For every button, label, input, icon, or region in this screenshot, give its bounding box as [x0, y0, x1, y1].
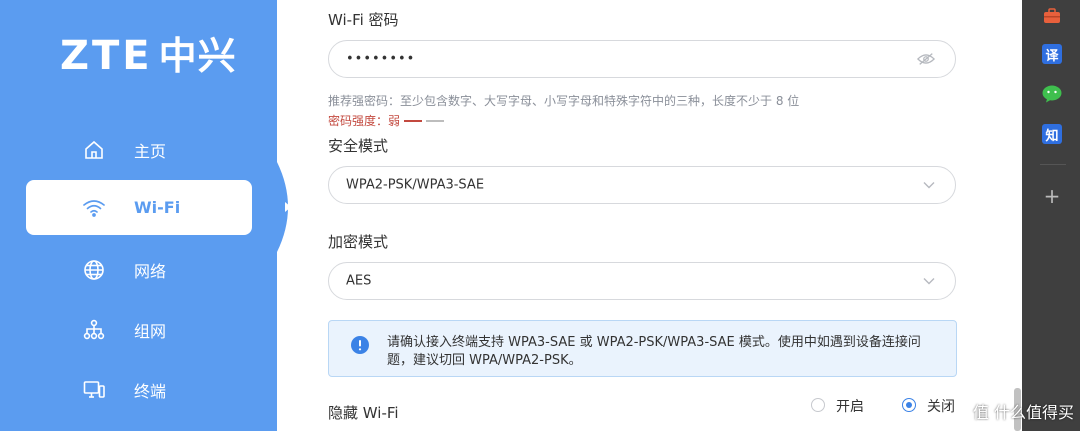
logo-cjk: 中兴	[158, 34, 237, 78]
chevron-down-icon	[923, 278, 935, 285]
password-label: Wi-Fi 密码	[328, 11, 399, 29]
wechat-button[interactable]	[1042, 84, 1062, 104]
password-value: ••••••••	[346, 51, 416, 67]
hidden-wifi-label: 隐藏 Wi-Fi	[328, 404, 399, 422]
notice-text: 请确认接入终端支持 WPA3-SAE 或 WPA2-PSK/WPA3-SAE 模…	[387, 335, 921, 368]
logo-latin: ZTE	[60, 33, 153, 79]
encryption-mode-value: AES	[346, 273, 372, 289]
hidden-wifi-off-radio[interactable]	[902, 398, 916, 412]
sidebar-item-label: 终端	[134, 381, 167, 401]
device-icon	[83, 380, 105, 398]
sidebar-item-home[interactable]: 主页	[26, 122, 252, 177]
hidden-wifi-on-radio[interactable]	[811, 398, 825, 412]
translate-button[interactable]: 译	[1042, 44, 1062, 64]
chevron-down-icon	[923, 182, 935, 189]
sidebar-item-label: 网络	[134, 261, 167, 281]
hidden-wifi-on-label[interactable]: 开启	[836, 396, 864, 416]
wifi-icon	[83, 199, 105, 217]
plus-icon: +	[1043, 184, 1061, 208]
sidebar-item-label: Wi-Fi	[134, 198, 181, 217]
zhihu-icon: 知	[1042, 124, 1062, 144]
wifi-settings-panel: Wi-Fi 密码 •••••••• 推荐强密码：至少包含数字、大写字母、小写字母…	[299, 0, 1009, 431]
home-icon	[85, 140, 103, 159]
strength-bar-weak	[404, 119, 423, 122]
wechat-icon	[1042, 85, 1062, 103]
strength-bar-medium	[426, 119, 445, 122]
browser-side-toolbar: 译 知 +	[1022, 0, 1080, 431]
sidebar-item-devices[interactable]: 终端	[26, 362, 252, 417]
translate-icon: 译	[1042, 44, 1062, 64]
zhihu-button[interactable]: 知	[1042, 124, 1062, 144]
zte-logo: ZTE 中兴	[60, 34, 237, 78]
password-field[interactable]: ••••••••	[328, 40, 956, 78]
sidebar-item-label: 组网	[134, 321, 167, 341]
briefcase-icon	[1044, 8, 1060, 23]
active-item-pointer	[277, 162, 291, 252]
password-hint: 推荐强密码：至少包含数字、大写字母、小写字母和特殊字符中的三种，长度不少于 8 …	[328, 94, 800, 108]
eye-off-icon[interactable]	[917, 52, 935, 66]
watermark: 值 什么值得买	[972, 403, 1074, 422]
security-mode-label: 安全模式	[328, 137, 389, 155]
sidebar-item-label: 主页	[134, 141, 167, 161]
encryption-mode-label: 加密模式	[328, 233, 389, 251]
encryption-mode-select[interactable]: AES	[328, 262, 956, 300]
mesh-network-icon	[83, 319, 105, 339]
info-icon	[351, 336, 369, 354]
wpa3-notice: 请确认接入终端支持 WPA3-SAE 或 WPA2-PSK/WPA3-SAE 模…	[328, 320, 957, 377]
toolbar-divider	[1040, 164, 1066, 165]
briefcase-button[interactable]	[1042, 6, 1062, 26]
sidebar-item-mesh[interactable]: 组网	[26, 302, 252, 357]
sidebar: ZTE 中兴 主页 Wi-Fi 网络 组网 终端	[0, 0, 277, 431]
password-strength: 密码强度：弱	[328, 112, 445, 129]
security-mode-select[interactable]: WPA2-PSK/WPA3-SAE	[328, 166, 956, 204]
security-mode-value: WPA2-PSK/WPA3-SAE	[346, 177, 485, 193]
sidebar-item-network[interactable]: 网络	[26, 242, 252, 297]
globe-icon	[84, 259, 104, 280]
hidden-wifi-off-label[interactable]: 关闭	[927, 396, 955, 416]
sidebar-item-wifi[interactable]: Wi-Fi	[26, 180, 252, 235]
chevron-right-icon	[285, 202, 291, 212]
password-strength-label: 密码强度：弱	[328, 114, 401, 128]
add-tool-button[interactable]: +	[1042, 184, 1062, 208]
